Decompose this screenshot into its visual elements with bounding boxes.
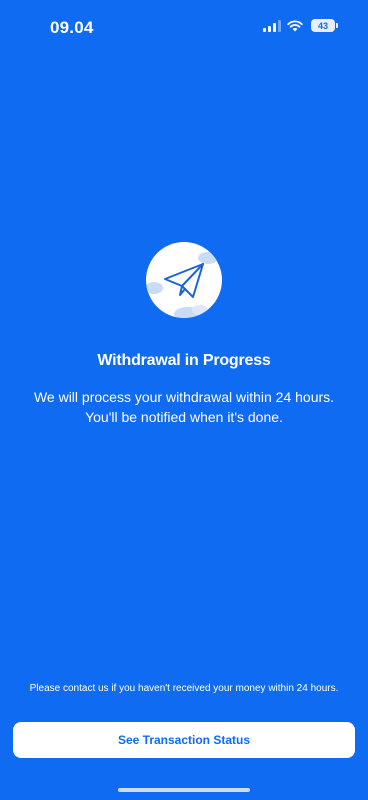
contact-note: Please contact us if you haven't receive… xyxy=(29,683,339,694)
message-line-1: We will process your withdrawal within 2… xyxy=(33,389,335,405)
home-indicator[interactable] xyxy=(118,788,250,792)
status-time: 09.04 xyxy=(50,18,94,37)
see-transaction-status-button[interactable]: See Transaction Status xyxy=(13,722,355,758)
status-icons: 43 xyxy=(263,19,338,32)
status-message: We will process your withdrawal within 2… xyxy=(0,387,368,427)
wifi-icon xyxy=(287,19,303,32)
message-line-2: You'll be notified when it's done. xyxy=(85,409,283,425)
paper-plane-illustration xyxy=(146,242,222,318)
cellular-signal-icon xyxy=(263,19,281,32)
paper-plane-icon xyxy=(146,252,218,318)
battery-icon: 43 xyxy=(311,19,338,32)
status-bar: 09.04 43 xyxy=(0,0,368,54)
page-title: Withdrawal in Progress xyxy=(97,352,271,369)
